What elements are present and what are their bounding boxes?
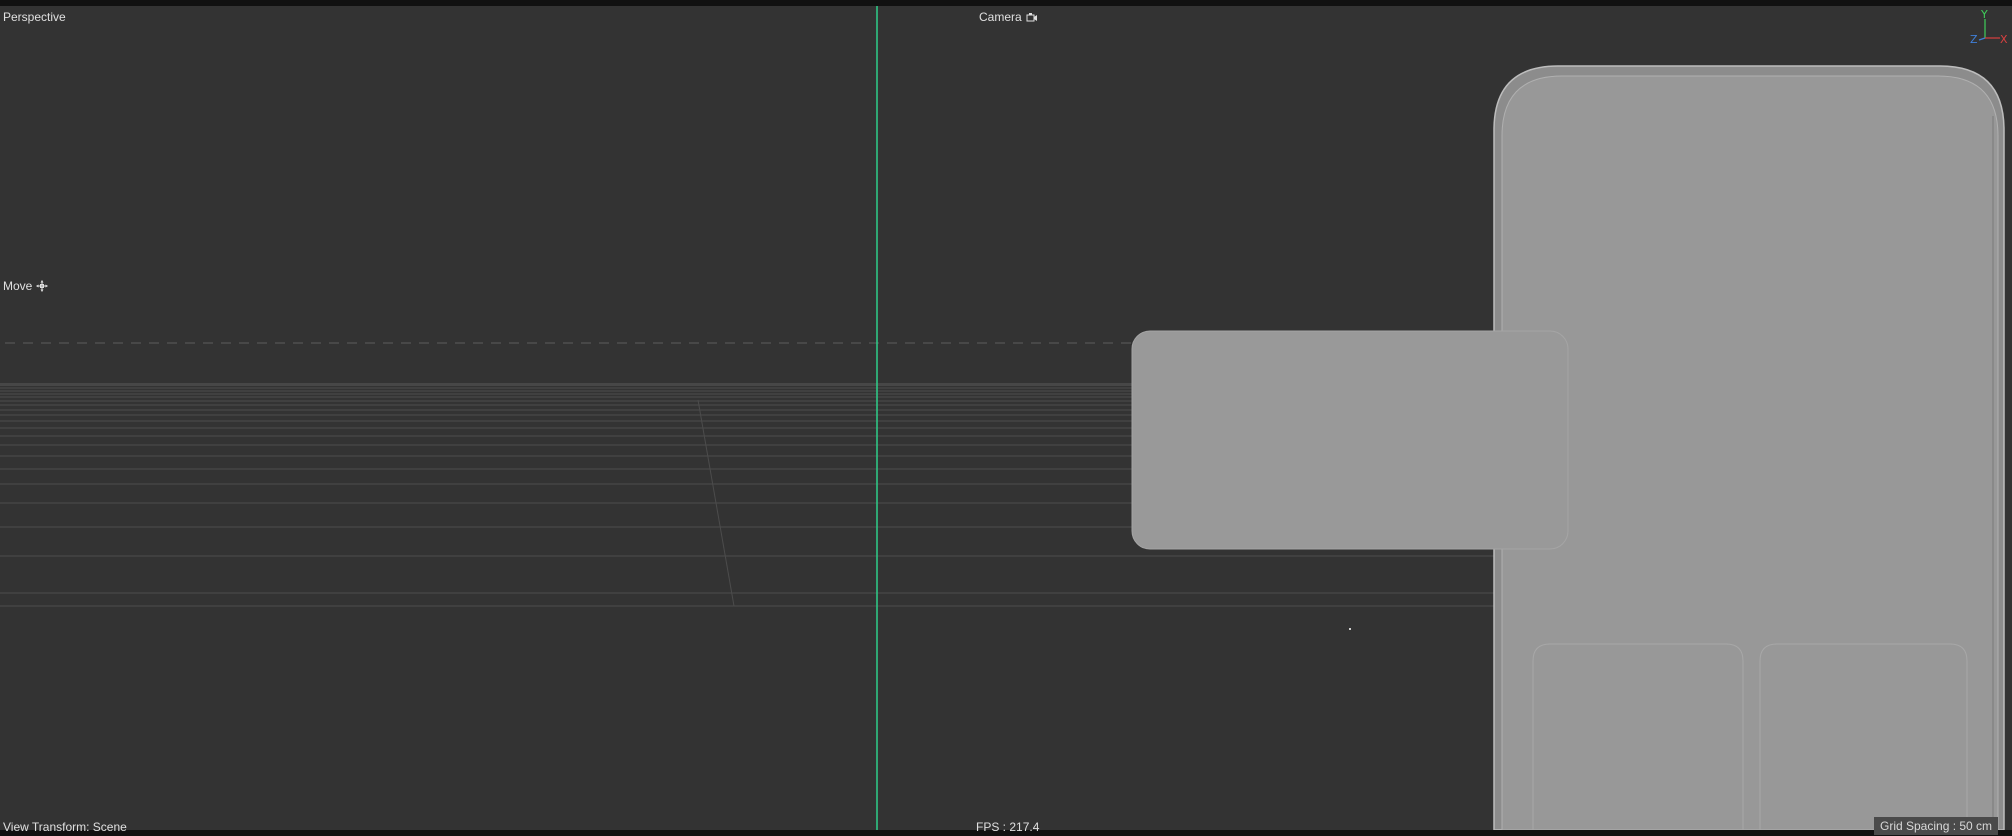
grid-spacing-readout: Grid Spacing : 50 cm [1874, 817, 1999, 835]
viewport-name-label[interactable]: Perspective [3, 10, 66, 24]
camera-label: Camera [979, 10, 1022, 24]
axis-z-label: Z [1970, 33, 1978, 46]
view-transform-label: View Transform: Scene [3, 820, 127, 834]
axis-x-label: X [2000, 33, 2008, 46]
active-tool-label: Move [3, 279, 33, 293]
axis-gizmo-icon[interactable]: Y Z X [1962, 10, 2008, 46]
rounded-rect-object[interactable] [1131, 330, 1569, 550]
tall-rounded-object[interactable] [1493, 65, 2005, 830]
camera-menu[interactable]: Camera [979, 10, 1038, 24]
camera-icon[interactable] [1026, 11, 1038, 23]
axis-y-label: Y [1980, 10, 1988, 21]
move-icon [36, 280, 49, 292]
scene-canvas[interactable] [0, 6, 2012, 830]
scene-point [1349, 628, 1351, 630]
3d-viewport[interactable]: Perspective Camera Move Y Z X [0, 6, 2012, 830]
active-tool-indicator[interactable]: Move [3, 279, 49, 293]
fps-readout: FPS : 217.4 [976, 820, 1040, 834]
axis-z-line [1978, 37, 1986, 41]
